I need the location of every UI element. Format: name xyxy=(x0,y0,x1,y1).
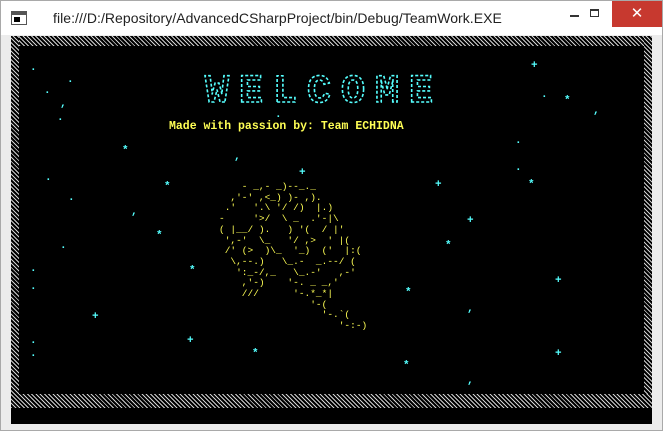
ascii-border-bottom xyxy=(11,394,652,408)
comma-icon: , xyxy=(593,105,600,117)
star-icon: * xyxy=(122,145,129,157)
star-icon: * xyxy=(164,181,171,193)
plus-icon: + xyxy=(531,60,538,72)
window-title: file:///D:/Repository/AdvancedCSharpProj… xyxy=(53,10,502,26)
console-window: file:///D:/Repository/AdvancedCSharpProj… xyxy=(0,0,663,431)
plus-icon: + xyxy=(467,215,474,227)
dot-icon: . xyxy=(515,135,522,147)
comma-icon: , xyxy=(234,151,241,163)
dot-icon: . xyxy=(30,348,37,360)
plus-icon: + xyxy=(555,348,562,360)
ascii-border-top xyxy=(11,36,652,46)
dot-icon: . xyxy=(68,192,75,204)
star-icon: * xyxy=(156,230,163,242)
dot-icon: . xyxy=(541,89,548,101)
dot-icon: . xyxy=(30,62,37,74)
echidna-ascii-art: - _,- _)--_._ ,'-' ,<_) )- ,). .' '.\ '/… xyxy=(219,181,368,332)
comma-icon: , xyxy=(467,303,474,315)
ascii-border-right xyxy=(644,36,652,408)
credit-line: Made with passion by: Team ECHIDNA xyxy=(169,120,404,133)
title-bar[interactable]: file:///D:/Repository/AdvancedCSharpProj… xyxy=(1,1,662,35)
plus-icon: + xyxy=(187,335,194,347)
plus-icon: + xyxy=(92,311,99,323)
console-app-icon xyxy=(11,11,27,25)
star-icon: * xyxy=(403,360,410,372)
dot-icon: . xyxy=(67,74,74,86)
comma-icon: , xyxy=(131,206,138,218)
dot-icon: . xyxy=(275,109,282,121)
dot-icon: . xyxy=(30,281,37,293)
ascii-border-left xyxy=(11,36,19,408)
dot-icon: . xyxy=(45,172,52,184)
comma-icon: , xyxy=(467,375,474,387)
maximize-icon xyxy=(590,9,599,17)
console-client-area[interactable]: WELCOME Made with passion by: Team ECHID… xyxy=(11,36,652,424)
maximize-button[interactable] xyxy=(583,1,609,27)
star-icon: * xyxy=(564,95,571,107)
plus-icon: + xyxy=(435,179,442,191)
welcome-banner-text: WELCOME xyxy=(205,70,443,110)
dot-icon: . xyxy=(30,335,37,347)
dot-icon: . xyxy=(515,162,522,174)
welcome-banner: WELCOME xyxy=(204,69,443,110)
minimize-icon xyxy=(570,15,579,17)
close-icon: ✕ xyxy=(630,5,644,22)
comma-icon: , xyxy=(60,98,67,110)
dot-icon: . xyxy=(44,85,51,97)
dot-icon: . xyxy=(60,240,67,252)
star-icon: * xyxy=(189,265,196,277)
console-output: WELCOME Made with passion by: Team ECHID… xyxy=(19,46,644,394)
star-icon: * xyxy=(252,348,259,360)
plus-icon: + xyxy=(555,275,562,287)
star-icon: * xyxy=(445,240,452,252)
star-icon: * xyxy=(528,179,535,191)
close-button[interactable]: ✕ xyxy=(612,1,662,27)
plus-icon: + xyxy=(299,167,306,179)
dot-icon: . xyxy=(57,112,64,124)
console-bottom-strip xyxy=(11,408,652,424)
star-icon: * xyxy=(405,287,412,299)
dot-icon: . xyxy=(30,263,37,275)
